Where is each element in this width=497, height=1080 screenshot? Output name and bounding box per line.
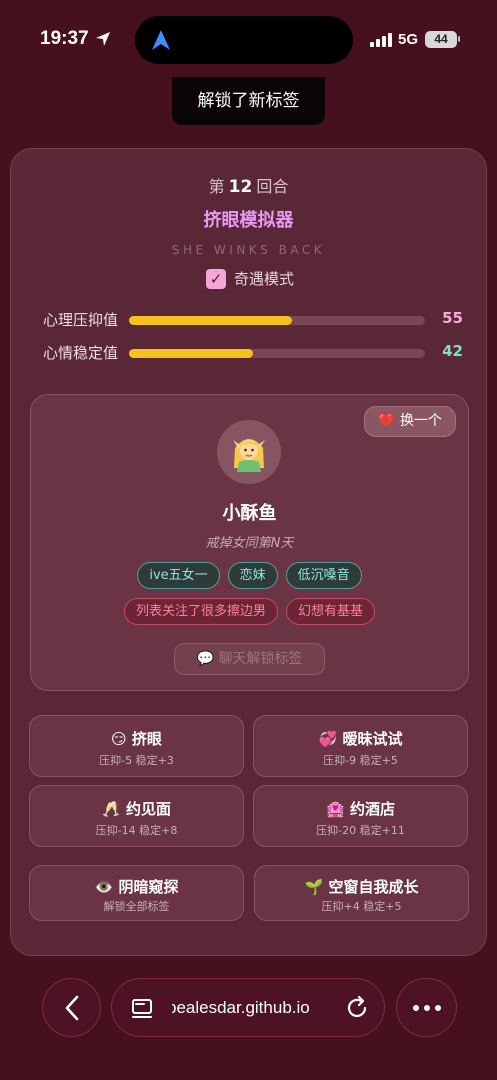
browser-toolbar: pealesdar.github.io (0, 960, 497, 1080)
stat-label: 心情稳定值 (43, 344, 119, 362)
chat-unlock-button[interactable]: 💬 聊天解锁标签 (174, 643, 325, 675)
navigation-arrow-icon (152, 30, 170, 50)
battery-tip (458, 36, 460, 42)
hearts-icon: 💞 (318, 730, 338, 748)
signal-icon (370, 33, 394, 47)
action-effect: 压抑-9 稳定+5 (323, 754, 398, 767)
character-name: 小酥鱼 (222, 503, 277, 524)
mode-label: 奇遇模式 (234, 270, 295, 288)
broken-heart-icon: 💔 (378, 413, 396, 429)
action-effect: 压抑-14 稳定+8 (95, 824, 178, 837)
smirk-icon: 😏 (111, 730, 127, 748)
chat-label: 聊天解锁标签 (218, 651, 303, 667)
character-description: 戒掉女同第N天 (205, 536, 294, 551)
action-label: 🏩 约酒店 (326, 800, 395, 818)
battery-icon: 44 (425, 31, 457, 48)
swap-label: 换一个 (399, 413, 442, 429)
tag-trait: ive五女一 (137, 562, 220, 589)
toast-notification: 解锁了新标签 (172, 77, 325, 125)
address-bar[interactable]: pealesdar.github.io (111, 978, 385, 1037)
network-type: 5G (398, 31, 419, 48)
action-flirt-button[interactable]: 💞 暧昧试试 压抑-9 稳定+5 (253, 715, 468, 777)
speech-bubble-icon: 💬 (196, 651, 214, 667)
mode-checkbox[interactable]: ✓ (206, 268, 226, 289)
dynamic-island (135, 16, 353, 64)
action-growth-button[interactable]: 🌱 空窗自我成长 压抑+4 稳定+5 (254, 865, 469, 921)
tab-overview-icon[interactable] (130, 997, 154, 1021)
game-panel: 第 12 回合 挤眼模拟器 SHE WINKS BACK ✓ 奇遇模式 心理压抑值 … (10, 148, 487, 956)
stat-repression: 心理压抑值 55 (43, 309, 463, 331)
tag-flag: 幻想有基基 (286, 598, 376, 625)
dot (412, 1004, 419, 1011)
action-label: 🌱 空窗自我成长 (304, 878, 419, 896)
tag-row-flags: 列表关注了很多擦边男 幻想有基基 (31, 598, 468, 625)
action-hotel-button[interactable]: 🏩 约酒店 压抑-20 稳定+11 (253, 785, 468, 847)
action-wink-button[interactable]: 😏 挤眼 压抑-5 稳定+3 (29, 715, 244, 777)
action-effect: 压抑-5 稳定+3 (99, 754, 174, 767)
tag-trait: 低沉嗓音 (285, 562, 362, 589)
game-subtitle: SHE WINKS BACK (171, 243, 326, 257)
action-meet-button[interactable]: 🥂 约见面 压抑-14 稳定+8 (29, 785, 244, 847)
stat-track (129, 349, 425, 358)
dot (423, 1004, 430, 1011)
action-spy-button[interactable]: 👁️ 阴暗窥探 解锁全部标签 (29, 865, 244, 921)
eye-icon: 👁️ (94, 878, 114, 896)
chevron-left-icon (65, 995, 78, 1020)
champagne-icon: 🥂 (102, 800, 121, 818)
status-time: 19:37 (40, 28, 89, 49)
tag-row-traits: ive五女一 恋妹 低沉嗓音 (31, 562, 468, 589)
more-menu-button[interactable] (396, 978, 457, 1037)
back-button[interactable] (42, 978, 101, 1037)
action-label: 😏 挤眼 (111, 730, 162, 748)
stat-label: 心理压抑值 (43, 311, 119, 329)
location-arrow-icon (96, 32, 110, 46)
stat-fill (129, 316, 292, 325)
game-title: 挤眼模拟器 (203, 210, 294, 231)
action-effect: 压抑-20 稳定+11 (316, 824, 405, 837)
action-effect: 压抑+4 稳定+5 (321, 900, 402, 913)
round-prefix: 第 (208, 177, 225, 196)
tag-flag: 列表关注了很多擦边男 (123, 598, 278, 625)
reload-icon[interactable] (344, 995, 370, 1021)
seedling-icon: 🌱 (304, 878, 324, 896)
love-hotel-icon: 🏩 (326, 800, 345, 818)
swap-character-button[interactable]: 💔 换一个 (364, 406, 456, 437)
character-card: 💔 换一个 小酥鱼 戒掉女同第N天 ive五女一 恋妹 低沉嗓音 列表关注了很多… (30, 394, 469, 691)
stat-track (129, 316, 425, 325)
round-indicator: 第 12 回合 (11, 173, 486, 197)
round-number: 12 (228, 177, 253, 197)
status-bar: 19:37 5G 44 (0, 0, 497, 80)
stat-stability: 心情稳定值 42 (43, 342, 463, 364)
action-label: 💞 暧昧试试 (318, 730, 403, 748)
woman-elf-icon (233, 439, 265, 472)
action-label: 👁️ 阴暗窥探 (94, 878, 179, 896)
tag-trait: 恋妹 (227, 562, 278, 589)
mode-toggle[interactable]: ✓ 奇遇模式 (206, 268, 294, 289)
action-effect: 解锁全部标签 (103, 900, 170, 913)
stat-fill (129, 349, 254, 358)
url-text: pealesdar.github.io (172, 998, 310, 1017)
round-suffix: 回合 (256, 177, 289, 196)
action-label: 🥂 约见面 (102, 800, 171, 818)
stat-value: 42 (442, 342, 463, 360)
avatar (217, 420, 281, 484)
stat-value: 55 (442, 309, 463, 327)
dot (434, 1004, 441, 1011)
